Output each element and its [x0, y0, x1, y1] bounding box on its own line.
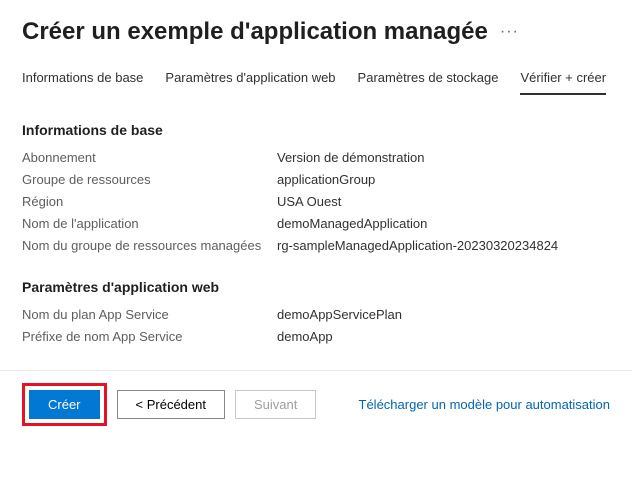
more-icon[interactable]: ···: [500, 23, 519, 41]
tab-storage-settings[interactable]: Paramètres de stockage: [358, 64, 499, 95]
download-template-link[interactable]: Télécharger un modèle pour automatisatio…: [359, 397, 610, 412]
label-app-name: Nom de l'application: [22, 216, 277, 231]
value-region: USA Ouest: [277, 194, 341, 209]
tab-strip: Informations de base Paramètres d'applic…: [22, 64, 610, 96]
tab-basics[interactable]: Informations de base: [22, 64, 143, 95]
section-basics-title: Informations de base: [22, 122, 610, 138]
row-subscription: Abonnement Version de démonstration: [22, 150, 610, 165]
label-resource-group: Groupe de ressources: [22, 172, 277, 187]
row-managed-rg-name: Nom du groupe de ressources managées rg-…: [22, 238, 610, 253]
section-web-title: Paramètres d'application web: [22, 279, 610, 295]
row-app-name: Nom de l'application demoManagedApplicat…: [22, 216, 610, 231]
page-title: Créer un exemple d'application managée: [22, 18, 488, 46]
label-managed-rg-name: Nom du groupe de ressources managées: [22, 238, 277, 253]
label-subscription: Abonnement: [22, 150, 277, 165]
section-web: Paramètres d'application web Nom du plan…: [22, 279, 610, 344]
value-subscription: Version de démonstration: [277, 150, 424, 165]
tab-review-create[interactable]: Vérifier + créer: [520, 64, 606, 95]
value-app-name: demoManagedApplication: [277, 216, 427, 231]
row-region: Région USA Ouest: [22, 194, 610, 209]
previous-button[interactable]: < Précédent: [117, 390, 225, 419]
label-region: Région: [22, 194, 277, 209]
section-basics: Informations de base Abonnement Version …: [22, 122, 610, 253]
row-prefix: Préfixe de nom App Service demoApp: [22, 329, 610, 344]
tab-web-app-settings[interactable]: Paramètres d'application web: [165, 64, 335, 95]
row-plan-name: Nom du plan App Service demoAppServicePl…: [22, 307, 610, 322]
row-resource-group: Groupe de ressources applicationGroup: [22, 172, 610, 187]
label-plan-name: Nom du plan App Service: [22, 307, 277, 322]
value-prefix: demoApp: [277, 329, 333, 344]
label-prefix: Préfixe de nom App Service: [22, 329, 277, 344]
next-button: Suivant: [235, 390, 316, 419]
footer-bar: Créer < Précédent Suivant Télécharger un…: [0, 370, 632, 442]
value-plan-name: demoAppServicePlan: [277, 307, 402, 322]
value-resource-group: applicationGroup: [277, 172, 375, 187]
value-managed-rg-name: rg-sampleManagedApplication-202303202348…: [277, 238, 558, 253]
create-highlight: Créer: [22, 383, 107, 426]
create-button[interactable]: Créer: [29, 390, 100, 419]
